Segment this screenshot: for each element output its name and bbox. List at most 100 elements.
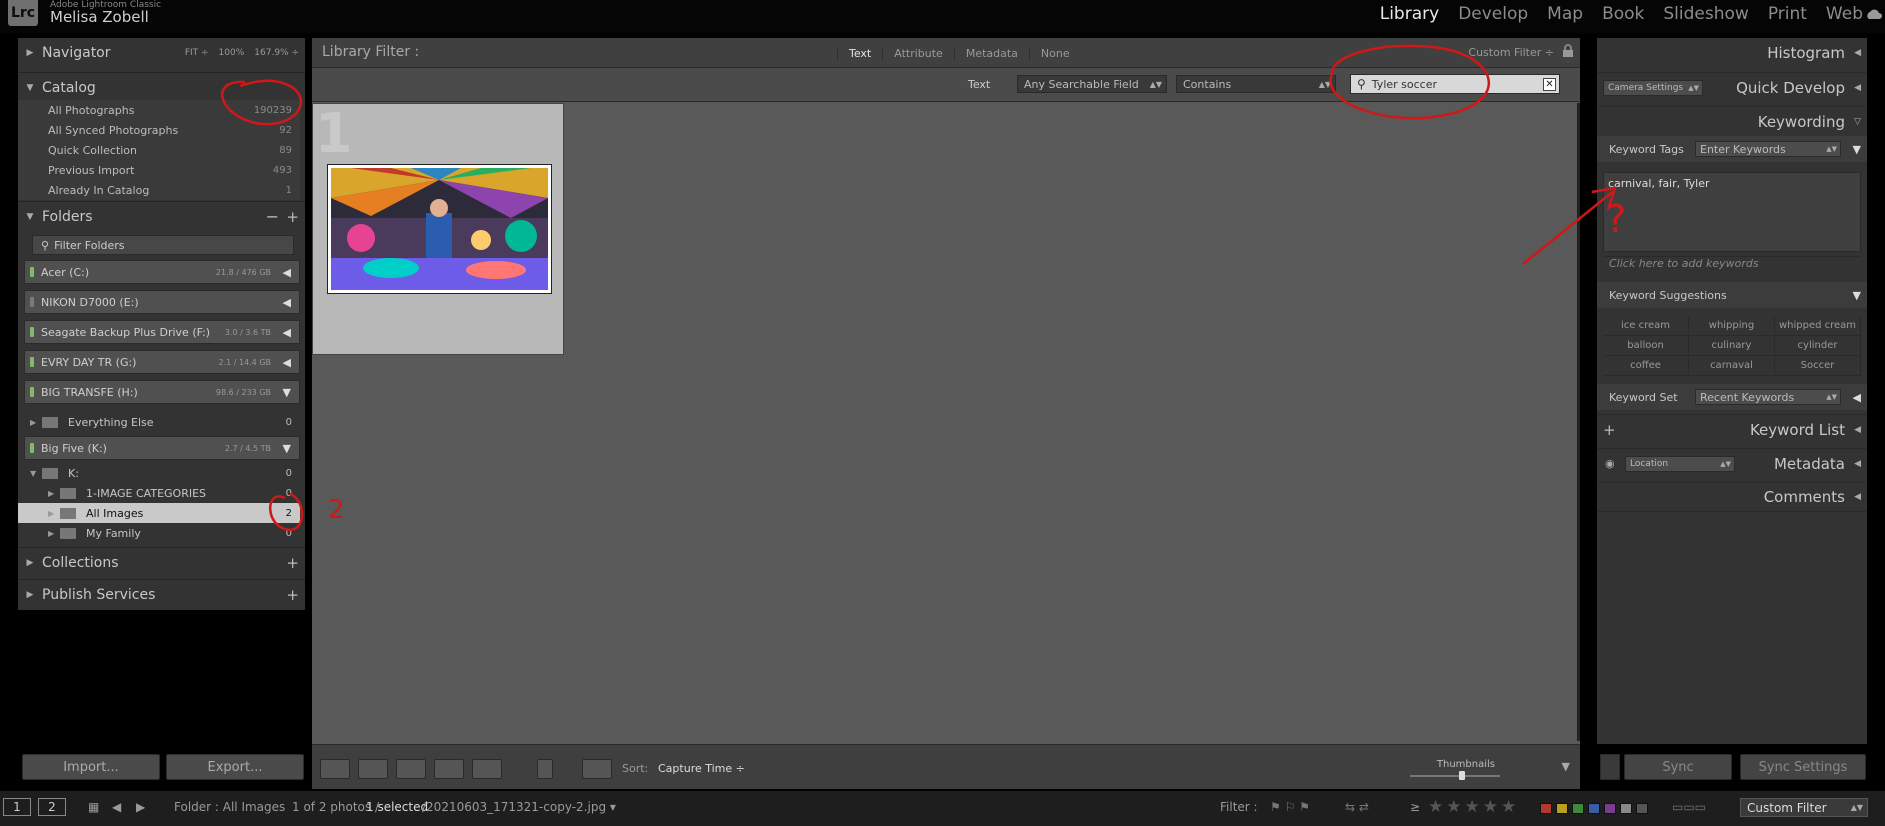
keyword-suggestion[interactable]: Soccer — [1775, 356, 1861, 376]
add-keywords-input[interactable]: Click here to add keywords — [1603, 256, 1861, 274]
secondary-window-button[interactable]: 2 — [38, 798, 66, 816]
keyword-suggestions-row[interactable]: Keyword Suggestions ▼ — [1597, 282, 1867, 308]
add-collection-icon[interactable]: + — [286, 554, 299, 572]
rating-filter-stars[interactable]: ★★★★★ — [1428, 797, 1519, 817]
module-web[interactable]: Web — [1826, 4, 1863, 24]
module-book[interactable]: Book — [1602, 4, 1644, 24]
collapse-arrow-icon[interactable]: ◀ — [283, 326, 291, 339]
keyword-suggestion[interactable]: ice cream — [1603, 316, 1689, 336]
sync-button[interactable]: Sync — [1624, 754, 1732, 780]
grid-scrollbar[interactable] — [1577, 103, 1580, 741]
keyword-suggestion[interactable]: carnaval — [1689, 356, 1775, 376]
filter-tab-attribute[interactable]: Attribute — [882, 47, 954, 60]
quick-develop-header[interactable]: Camera Settings ▲▼ Quick Develop ◀ — [1597, 72, 1867, 102]
module-print[interactable]: Print — [1768, 4, 1807, 24]
custom-filter-preset[interactable]: Custom Filter ÷ — [1468, 46, 1554, 59]
sync-settings-button[interactable]: Sync Settings — [1740, 754, 1866, 780]
metadata-header[interactable]: ◉ Location ▲▼ Metadata ◀ — [1597, 448, 1867, 478]
folder-source[interactable]: Folder : All Images — [174, 800, 285, 814]
folder-row[interactable]: ▶ 1-IMAGE CATEGORIES 0 — [18, 483, 300, 503]
photo-thumbnail[interactable] — [327, 164, 552, 294]
keyword-suggestion[interactable]: culinary — [1689, 336, 1775, 356]
keyword-set-select[interactable]: Recent Keywords ▲▼ — [1695, 389, 1841, 405]
keywords-textarea[interactable]: carnival, fair, Tyler — [1603, 172, 1861, 252]
catalog-item[interactable]: All Synced Photographs 92 — [18, 120, 300, 140]
module-develop[interactable]: Develop — [1458, 4, 1528, 24]
flag-filter-icons[interactable]: ⚑ ⚐ ⚑ — [1270, 800, 1310, 814]
toolbar-menu-icon[interactable]: ▼ — [1562, 760, 1570, 773]
color-label-blue[interactable] — [1588, 803, 1600, 814]
grid-cell[interactable]: 1 — [312, 103, 564, 355]
volume-seagate[interactable]: Seagate Backup Plus Drive (F:) 3.0 / 3.6 … — [24, 320, 300, 344]
add-keyword-icon[interactable]: + — [1603, 421, 1616, 439]
catalog-item[interactable]: Previous Import 493 — [18, 160, 300, 180]
folder-row[interactable]: ▶ My Family 0 — [18, 523, 300, 543]
sort-direction-icon[interactable] — [582, 759, 612, 779]
collapse-arrow-icon[interactable]: ◀ — [283, 296, 291, 309]
custom-filter-select[interactable]: Custom Filter ▲▼ — [1740, 798, 1868, 817]
camera-settings-select[interactable]: Camera Settings ▲▼ — [1603, 80, 1703, 96]
clear-search-icon[interactable]: ✕ — [1543, 78, 1556, 91]
folder-row[interactable]: ▶ Everything Else 0 — [18, 412, 300, 432]
navigator-header[interactable]: ▶ Navigator FIT ÷ 100% 167.9% ÷ — [18, 38, 305, 68]
folder-row[interactable]: ▼ K: 0 — [18, 463, 300, 483]
eye-icon[interactable]: ◉ — [1605, 457, 1615, 470]
expand-arrow-icon[interactable]: ▼ — [283, 442, 291, 455]
color-label-red[interactable] — [1540, 803, 1552, 814]
catalog-item[interactable]: All Photographs 190239 — [18, 100, 300, 120]
folder-expanded-triangle-icon[interactable]: ▼ — [30, 469, 42, 478]
cloud-icon[interactable] — [1865, 8, 1883, 20]
kind-filter-icons[interactable]: ▭▭▭ — [1672, 800, 1706, 814]
sync-toggle-switch[interactable] — [1600, 754, 1620, 780]
folders-header[interactable]: ▼ Folders − + — [18, 201, 305, 231]
keyword-suggestion[interactable]: cylinder — [1775, 336, 1861, 356]
module-map[interactable]: Map — [1547, 4, 1583, 24]
collapse-arrow-icon[interactable]: ◀ — [283, 266, 291, 279]
filter-tab-metadata[interactable]: Metadata — [953, 47, 1029, 60]
rating-operator[interactable]: ≥ — [1410, 800, 1420, 814]
export-button[interactable]: Export... — [166, 754, 304, 780]
color-label-yellow[interactable] — [1556, 803, 1568, 814]
edit-filter-icons[interactable]: ⇆ ⇄ — [1345, 800, 1369, 814]
keyword-suggestion[interactable]: balloon — [1603, 336, 1689, 356]
volume-evry-day[interactable]: EVRY DAY TR (G:) 2.1 / 14.4 GB ◀ — [24, 350, 300, 374]
keyword-suggestion[interactable]: whipping — [1689, 316, 1775, 336]
suggestions-toggle-icon[interactable]: ▼ — [1853, 289, 1861, 302]
metadata-preset-select[interactable]: Location ▲▼ — [1625, 456, 1735, 472]
color-label-purple[interactable] — [1604, 803, 1616, 814]
selected-filename[interactable]: /20210603_171321-copy-2.jpg ▾ — [422, 800, 616, 814]
volume-big-transfe[interactable]: BIG TRANSFE (H:) 98.6 / 233 GB ▼ — [24, 380, 300, 404]
searchable-field-select[interactable]: Any Searchable Field ▲▼ — [1017, 75, 1167, 93]
back-arrow-icon[interactable]: ◀ — [112, 800, 121, 814]
import-button[interactable]: Import... — [22, 754, 160, 780]
filter-tab-text[interactable]: Text — [837, 47, 882, 60]
module-library[interactable]: Library — [1380, 4, 1439, 24]
rule-select[interactable]: Contains ▲▼ — [1176, 75, 1336, 93]
collapse-arrow-icon[interactable]: ◀ — [283, 356, 291, 369]
color-label-green[interactable] — [1572, 803, 1584, 814]
add-folder-icon[interactable]: + — [286, 208, 299, 226]
keyword-suggestion[interactable]: whipped cream — [1775, 316, 1861, 336]
add-publish-service-icon[interactable]: + — [286, 586, 299, 604]
collections-header[interactable]: ▶ Collections + — [18, 547, 305, 577]
filter-folders-input[interactable]: ⚲ Filter Folders — [32, 235, 294, 255]
comments-header[interactable]: Comments ◀ — [1597, 482, 1867, 512]
volume-acer[interactable]: Acer (C:) 21.8 / 476 GB ◀ — [24, 260, 300, 284]
folder-expand-triangle-icon[interactable]: ▶ — [30, 418, 42, 427]
volume-big-five[interactable]: Big Five (K:) 2.7 / 4.5 TB ▼ — [24, 436, 300, 460]
remove-folder-icon[interactable]: − — [266, 207, 279, 226]
survey-view-icon[interactable] — [434, 759, 464, 779]
folder-row-selected[interactable]: ▶ All Images 2 — [18, 503, 300, 523]
grid-view-icon[interactable]: ▦ — [88, 800, 99, 814]
forward-arrow-icon[interactable]: ▶ — [136, 800, 145, 814]
sort-select[interactable]: Capture Time ÷ — [658, 762, 745, 775]
keyword-set-toggle-icon[interactable]: ◀ — [1853, 391, 1861, 404]
folder-expand-triangle-icon[interactable]: ▶ — [48, 509, 60, 518]
search-input[interactable]: ⚲ Tyler soccer ✕ — [1350, 74, 1560, 94]
catalog-item[interactable]: Already In Catalog 1 — [18, 180, 300, 200]
keyword-tags-toggle-icon[interactable]: ▼ — [1853, 143, 1861, 156]
catalog-header[interactable]: ▼ Catalog — [18, 72, 305, 102]
keyword-list-header[interactable]: + Keyword List ◀ — [1597, 414, 1867, 444]
keywording-header[interactable]: Keywording ▽ — [1597, 106, 1867, 136]
volume-nikon[interactable]: NIKON D7000 (E:) ◀ — [24, 290, 300, 314]
